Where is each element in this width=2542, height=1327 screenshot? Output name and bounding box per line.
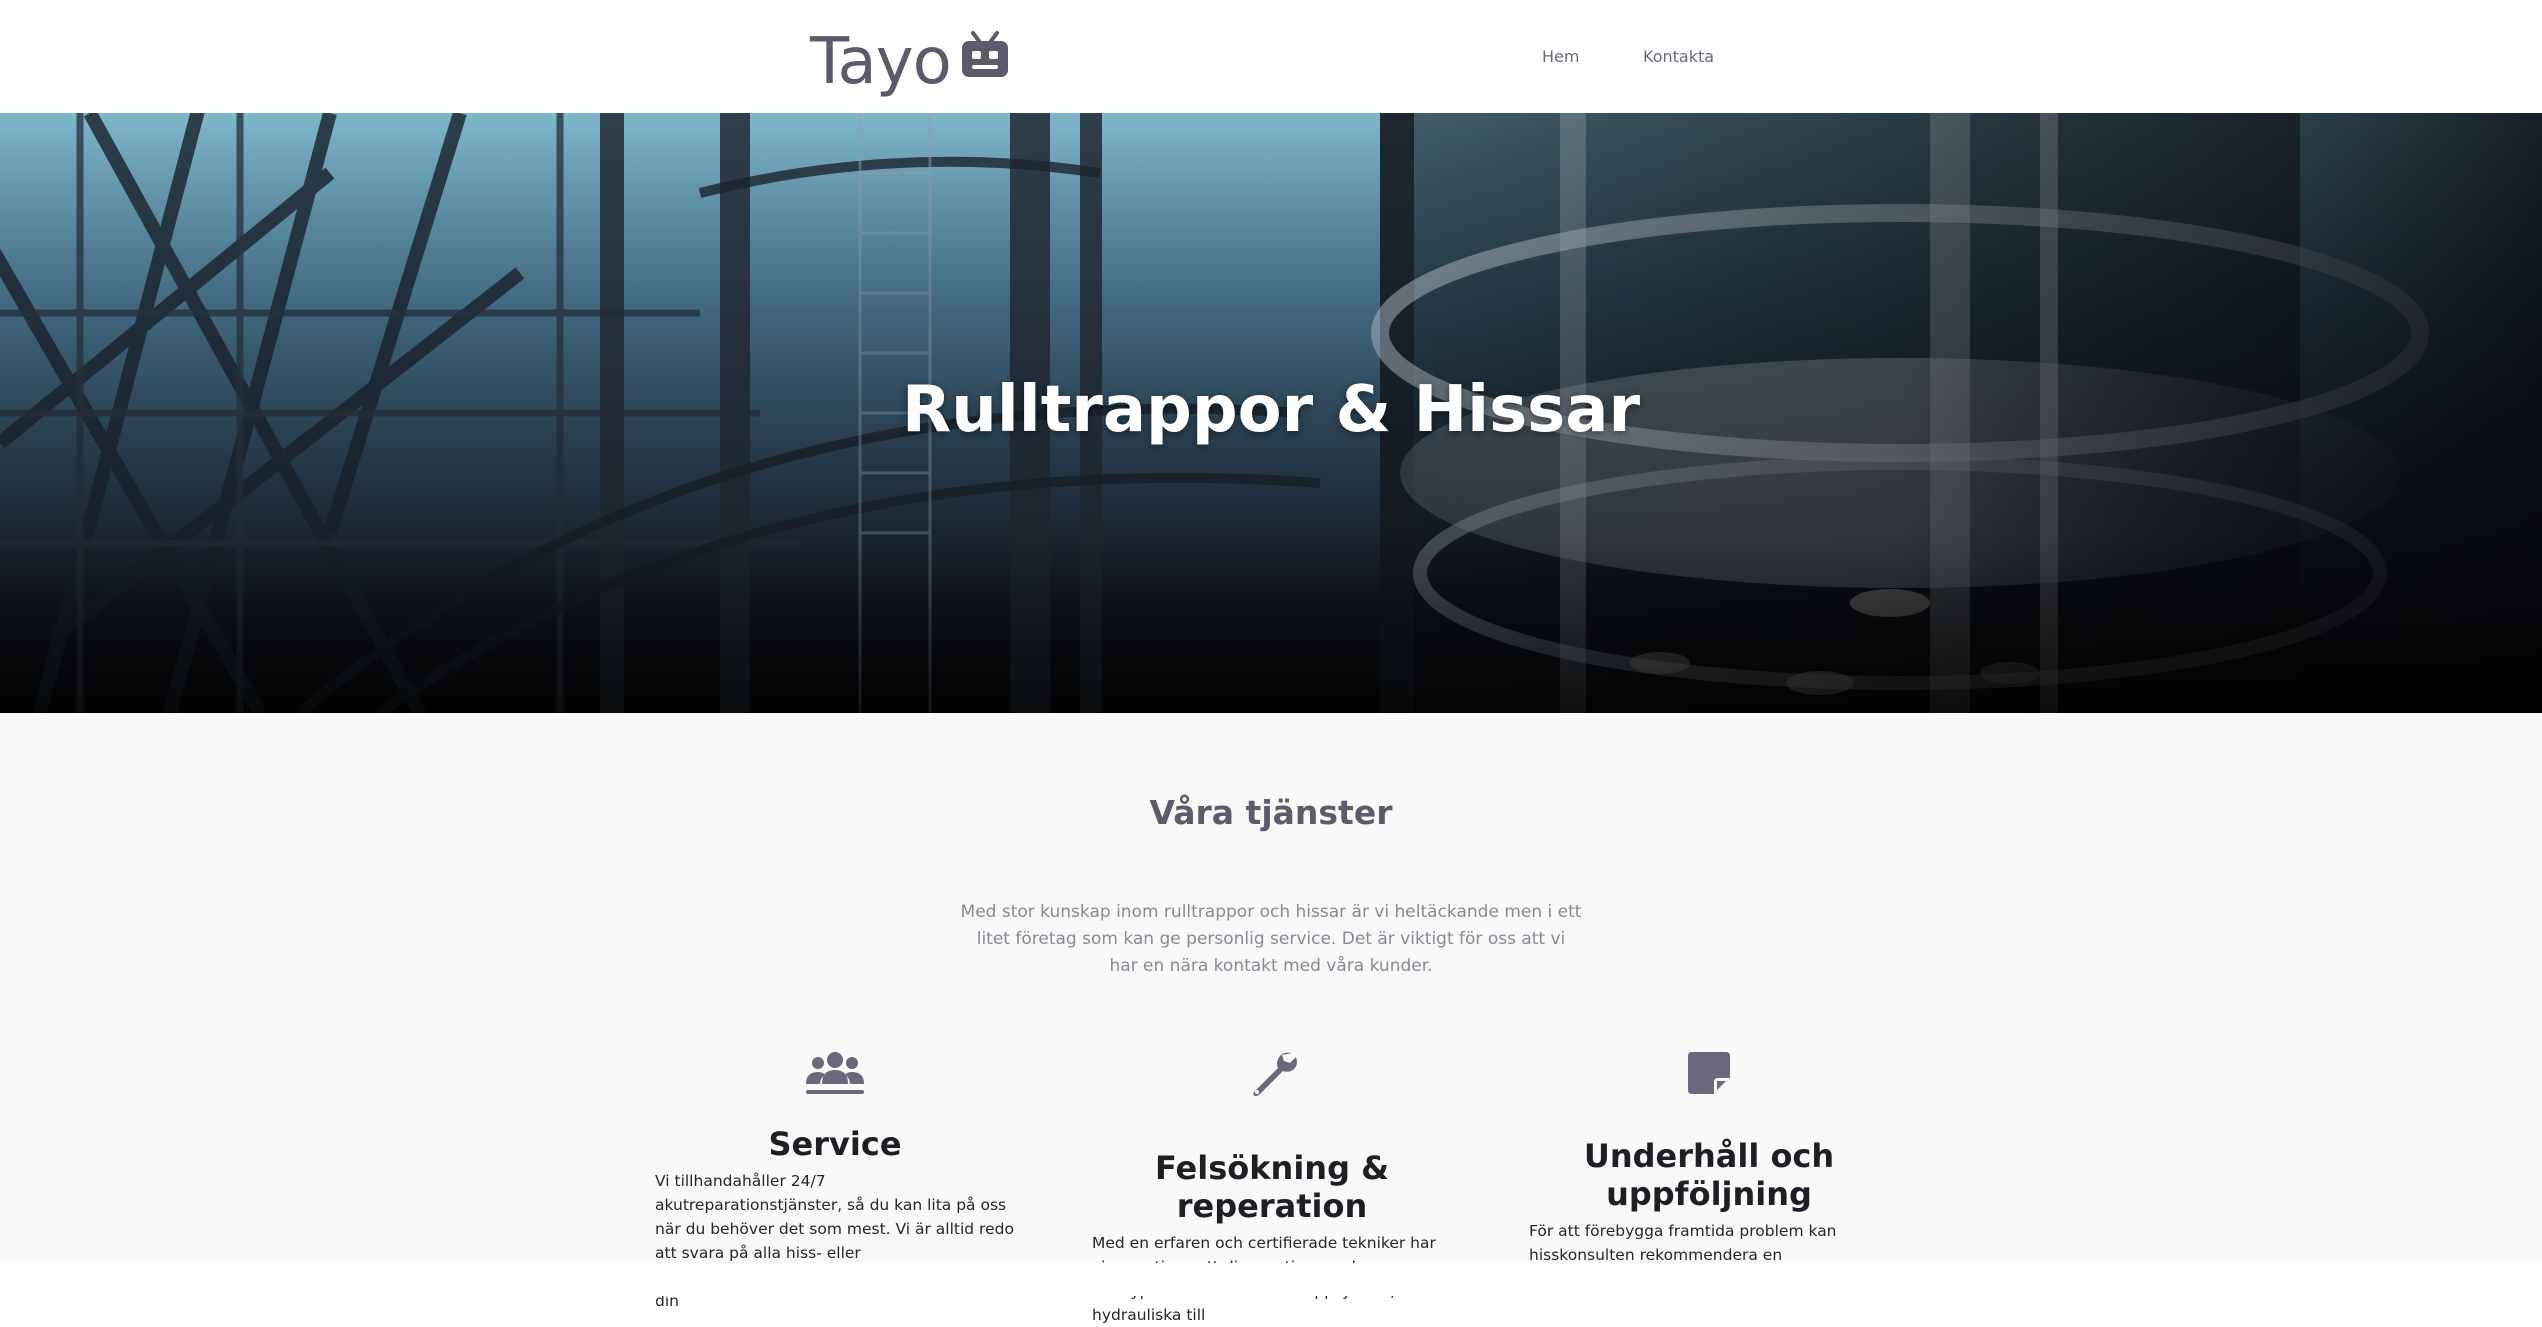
- service-card-title: Felsökning & reperation: [1154, 1149, 1390, 1225]
- main-nav: Hem Kontakta: [0, 47, 2542, 67]
- service-card-title: Service: [768, 1125, 902, 1163]
- services-section: Våra tjänster Med stor kunskap inom rull…: [0, 713, 2542, 1324]
- section-intro: Med stor kunskap inom rulltrappor och hi…: [960, 902, 1582, 976]
- service-card-title: Underhåll och uppföljning: [1583, 1137, 1835, 1213]
- wrench-icon: [1092, 1043, 1452, 1103]
- nav-link-hem[interactable]: Hem: [1542, 47, 1579, 66]
- section-title: Våra tjänster: [1149, 793, 1393, 832]
- site-header: Tayo Hem Kontakta: [0, 0, 2542, 113]
- service-card-underhall: Underhåll och uppföljning För att föreby…: [1529, 1043, 1889, 1291]
- bottom-strip: [0, 1263, 2542, 1296]
- nav-link-kontakta[interactable]: Kontakta: [1643, 47, 1714, 66]
- sticky-note-icon: [1529, 1043, 1889, 1103]
- users-icon: [655, 1043, 1015, 1103]
- hero-title: Rulltrappor & Hissar: [901, 373, 1641, 447]
- hero-banner: Rulltrappor & Hissar: [0, 113, 2542, 713]
